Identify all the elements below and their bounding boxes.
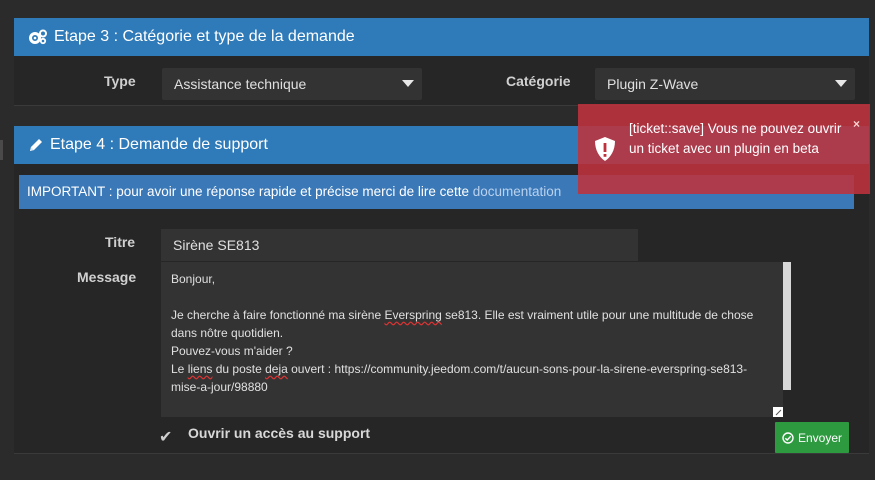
chevron-down-icon	[835, 80, 847, 87]
documentation-link[interactable]: documentation	[473, 184, 562, 199]
step4-title: Etape 4 : Demande de support	[50, 136, 268, 153]
message-line: Bonjour,	[171, 272, 216, 286]
pencil-icon	[30, 139, 42, 151]
check-circle-icon	[782, 431, 794, 444]
category-label: Catégorie	[506, 73, 571, 89]
message-textarea[interactable]: Bonjour, Je cherche à faire fonctionné m…	[161, 262, 783, 417]
type-label: Type	[104, 73, 136, 89]
chevron-down-icon	[402, 80, 414, 87]
message-label: Message	[77, 269, 137, 285]
left-edge-marker	[0, 140, 3, 160]
message-line: mise-a-jour/98880	[171, 380, 268, 394]
title-label: Titre	[105, 234, 136, 250]
shield-exclamation-icon	[595, 137, 615, 161]
message-line: Pouvez-vous m'aider ?	[171, 344, 293, 358]
type-select-value: Assistance technique	[174, 76, 307, 92]
alert-message: [ticket::save] Vous ne pouvez ouvrir un …	[629, 121, 842, 156]
message-line: dans nôtre quotidien.	[171, 326, 284, 340]
resize-handle-icon[interactable]	[773, 407, 783, 417]
gears-icon	[29, 29, 47, 45]
important-text: IMPORTANT : pour avoir une réponse rapid…	[27, 184, 469, 199]
category-select[interactable]: Plugin Z-Wave	[595, 68, 855, 100]
step3-panel: Etape 3 : Catégorie et type de la demand…	[14, 18, 869, 106]
message-line	[171, 288, 773, 306]
message-line: Je cherche à faire fonctionné ma sirène …	[171, 308, 754, 322]
error-alert: [ticket::save] Vous ne pouvez ouvrir un …	[578, 104, 870, 194]
step3-title: Etape 3 : Catégorie et type de la demand…	[54, 28, 355, 45]
checkmark-icon[interactable]: ✔	[159, 427, 172, 447]
message-line: Le liens du poste deja ouvert : https://…	[171, 362, 748, 376]
title-input-value: Sirène SE813	[173, 237, 260, 253]
title-input[interactable]: Sirène SE813	[161, 229, 638, 261]
close-icon[interactable]: ×	[853, 114, 860, 134]
send-button-label: Envoyer	[797, 430, 843, 445]
category-select-value: Plugin Z-Wave	[607, 76, 699, 92]
message-scrollbar[interactable]	[783, 262, 791, 390]
support-access-label: Ouvrir un accès au support	[188, 425, 371, 441]
send-button[interactable]: Envoyer	[775, 422, 849, 453]
type-select[interactable]: Assistance technique	[162, 68, 422, 100]
step3-header: Etape 3 : Catégorie et type de la demand…	[14, 18, 869, 56]
